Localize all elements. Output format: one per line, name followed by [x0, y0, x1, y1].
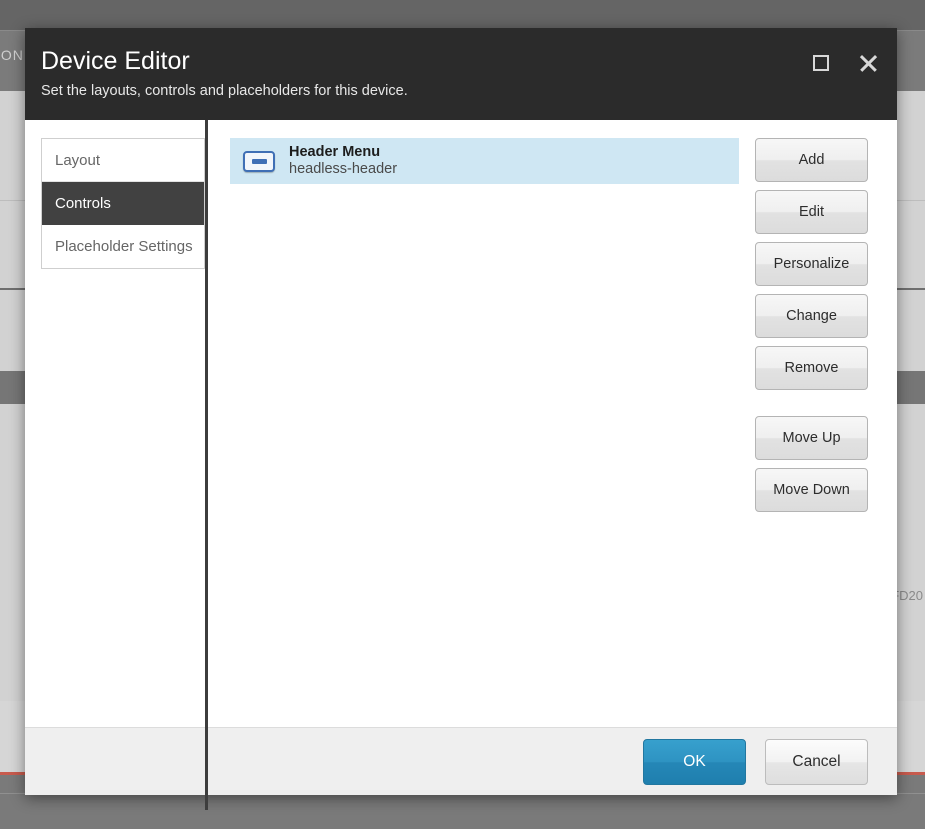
dialog-title: Device Editor	[41, 47, 190, 75]
tab-column: Layout Controls Placeholder Settings	[25, 138, 206, 727]
add-button[interactable]: Add	[755, 138, 868, 182]
tab-placeholder-settings-label: Placeholder Settings	[55, 238, 193, 255]
rendering-list: Header Menu headless-header	[206, 138, 755, 727]
panel-divider	[205, 120, 208, 810]
move-down-button[interactable]: Move Down	[755, 468, 868, 512]
close-button[interactable]	[855, 50, 881, 76]
background-top-bar	[0, 0, 925, 31]
dialog-subtitle: Set the layouts, controls and placeholde…	[41, 83, 408, 99]
change-button[interactable]: Change	[755, 294, 868, 338]
tab-layout-label: Layout	[55, 151, 101, 169]
close-icon	[858, 53, 878, 73]
list-item[interactable]: Header Menu headless-header	[230, 138, 739, 184]
dialog-header: Device Editor Set the layouts, controls …	[25, 28, 897, 120]
rendering-text: Header Menu headless-header	[289, 144, 397, 177]
dialog-body: Layout Controls Placeholder Settings Hea…	[25, 120, 897, 810]
rendering-name: Header Menu	[289, 144, 381, 161]
maximize-button[interactable]	[808, 50, 834, 76]
tab-layout[interactable]: Layout	[42, 139, 204, 182]
remove-button[interactable]: Remove	[755, 346, 868, 390]
rendering-icon-bar	[251, 158, 267, 164]
background-ribbon-label: ION	[0, 47, 24, 63]
personalize-button[interactable]: Personalize	[755, 242, 868, 286]
move-up-button[interactable]: Move Up	[755, 416, 868, 460]
dialog-footer: OK Cancel	[25, 727, 897, 795]
rendering-icon	[243, 150, 275, 172]
device-editor-dialog: Device Editor Set the layouts, controls …	[25, 28, 897, 810]
tab-placeholder-settings[interactable]: Placeholder Settings	[42, 225, 204, 268]
cancel-button[interactable]: Cancel	[765, 738, 868, 785]
tab-list: Layout Controls Placeholder Settings	[41, 138, 205, 269]
ok-button[interactable]: OK	[643, 738, 746, 785]
maximize-icon	[813, 55, 829, 71]
action-button-column: Add Edit Personalize Change Remove Move …	[755, 138, 897, 727]
tab-controls-label: Controls	[55, 194, 111, 212]
edit-button[interactable]: Edit	[755, 190, 868, 234]
rendering-placeholder: headless-header	[289, 161, 398, 177]
window-controls	[808, 50, 881, 76]
tab-controls[interactable]: Controls	[42, 182, 204, 225]
